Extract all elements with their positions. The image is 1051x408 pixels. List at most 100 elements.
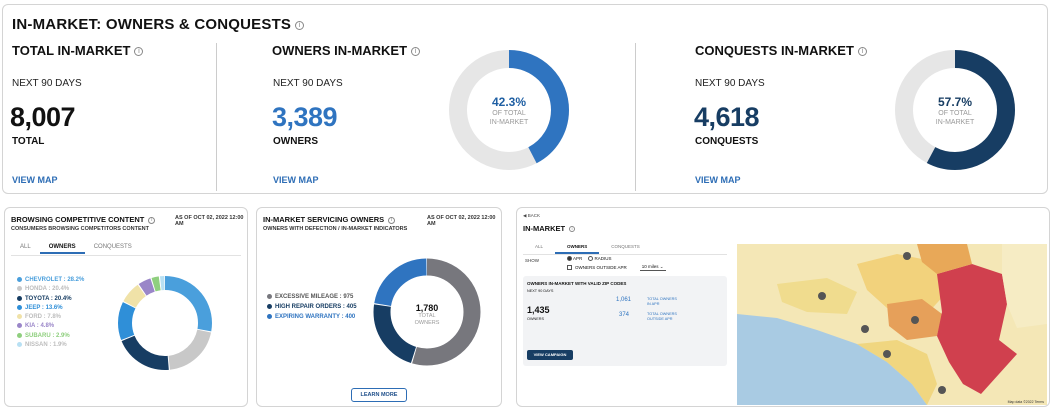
divider <box>11 255 241 256</box>
map-marker[interactable] <box>938 386 946 394</box>
legend-dot-icon <box>17 286 22 292</box>
owners-title-text: OWNERS IN-MARKET <box>272 43 408 58</box>
servicing-total-caption: TOTAL <box>418 313 436 319</box>
info-icon[interactable]: i <box>569 226 576 233</box>
legend-item[interactable]: JEEP : 13.6% <box>17 304 84 313</box>
box-subtitle: NEXT 90 DAYS <box>527 289 554 293</box>
tab-conquests[interactable]: CONQUESTS <box>599 242 652 254</box>
total-title-text: TOTAL IN-MARKET <box>12 43 131 58</box>
legend-item[interactable]: FORD : 7.8% <box>17 313 84 322</box>
legend-label: KIA : 4.8% <box>25 323 55 330</box>
tab-all[interactable]: ALL <box>11 242 40 254</box>
total-label: TOTAL <box>12 136 45 147</box>
map-card-title: IN-MARKET i <box>523 224 576 233</box>
tab-all[interactable]: ALL <box>523 242 555 254</box>
legend-item[interactable]: EXPIRING WARRANTY : 400 <box>267 312 357 322</box>
map-marker[interactable] <box>903 252 911 260</box>
legend-dot-icon <box>267 293 272 299</box>
miles-select[interactable]: 10 miles ⌄ <box>639 264 666 271</box>
map-marker[interactable] <box>861 325 869 333</box>
radius-radio[interactable]: RADIUS <box>588 256 612 262</box>
checkbox-icon[interactable] <box>567 265 572 270</box>
legend-item[interactable]: EXCESSIVE MILEAGE : 975 <box>267 292 357 302</box>
browsing-title-text: BROWSING COMPETITIVE CONTENT <box>11 215 145 224</box>
conquests-view-map-link[interactable]: VIEW MAP <box>695 175 741 185</box>
owners-view-map-link[interactable]: VIEW MAP <box>273 175 319 185</box>
info-icon[interactable]: i <box>857 47 867 57</box>
legend-item[interactable]: CHEVROLET : 28.2% <box>17 276 84 285</box>
divider <box>216 43 217 191</box>
legend-item[interactable]: HIGH REPAIR ORDERS : 405 <box>267 302 357 312</box>
conquests-donut-center: 57.7% OF TOTAL IN-MARKET <box>925 95 985 127</box>
info-icon[interactable]: i <box>295 20 305 30</box>
conquests-pct-caption: OF TOTAL <box>938 110 972 117</box>
legend-label: SUBARU : 2.9% <box>25 332 70 339</box>
map-marker[interactable] <box>911 316 919 324</box>
owners-pct: 42.3% <box>491 95 527 109</box>
apr-radio[interactable]: APR <box>567 256 583 262</box>
servicing-legend: EXCESSIVE MILEAGE : 975 HIGH REPAIR ORDER… <box>267 292 357 322</box>
map-marker[interactable] <box>883 350 891 358</box>
legend-label: EXPIRING WARRANTY : 400 <box>275 314 356 320</box>
browsing-legend: CHEVROLET : 28.2% HONDA : 20.4% TOYOTA : 2… <box>17 276 84 350</box>
servicing-title: IN-MARKET SERVICING OWNERS i <box>263 215 396 224</box>
info-icon[interactable]: i <box>134 47 144 57</box>
owners-pct-caption: IN-MARKET <box>489 119 529 126</box>
info-icon[interactable]: i <box>411 47 421 57</box>
info-icon[interactable]: i <box>148 216 156 224</box>
conquests-in-market-title: CONQUESTS IN-MARKET i <box>695 43 867 58</box>
page-title-text: IN-MARKET: OWNERS & CONQUESTS <box>12 16 292 33</box>
legend-dot-icon <box>267 303 272 309</box>
learn-more-button[interactable]: LEARN MORE <box>351 388 407 402</box>
tab-owners[interactable]: OWNERS <box>555 242 600 254</box>
info-icon[interactable]: i <box>388 216 396 224</box>
legend-item[interactable]: TOYOTA : 20.4% <box>17 295 84 304</box>
legend-item[interactable]: NISSAN : 1.9% <box>17 341 84 350</box>
owners-pct-caption: OF TOTAL <box>492 110 526 117</box>
legend-label: FORD : 7.8% <box>25 314 62 321</box>
legend-label: JEEP : 13.6% <box>25 304 63 311</box>
view-campaign-button[interactable]: VIEW CAMPAIGN <box>527 350 573 360</box>
zip-heat-map[interactable]: Map data ©2022 Terms <box>737 244 1047 405</box>
total-value: 8,007 <box>10 102 76 132</box>
owners-value: 3,389 <box>272 102 338 132</box>
browsing-donut <box>118 276 212 370</box>
chevron-down-icon: ⌄ <box>659 264 664 269</box>
total-owners-value: 1,061 <box>616 297 632 303</box>
servicing-title-text: IN-MARKET SERVICING OWNERS <box>263 215 385 224</box>
legend-item[interactable]: KIA : 4.8% <box>17 322 84 331</box>
show-label: SHOW <box>525 258 539 263</box>
conquests-pct: 57.7% <box>937 95 973 109</box>
checkbox-label: OWNERS OUTSIDE APR <box>575 265 627 270</box>
browsing-competitive-panel: BROWSING COMPETITIVE CONTENT i AS OF OCT … <box>4 207 248 407</box>
browsing-asof: AS OF OCT 02, 2022 12:00 AM <box>175 215 244 227</box>
legend-dot-icon <box>17 323 22 329</box>
legend-dot-icon <box>17 304 22 310</box>
owners-outside-apr-checkbox[interactable]: OWNERS OUTSIDE APR 10 miles ⌄ <box>567 264 666 271</box>
apr-label: APR <box>573 256 583 261</box>
map-marker[interactable] <box>818 292 826 300</box>
legend-dot-icon <box>267 313 272 319</box>
in-market-map-card: ◀ BACK IN-MARKET i ALL OWNERS CONQUESTS S… <box>516 207 1050 407</box>
conquests-title-text: CONQUESTS IN-MARKET <box>695 43 854 58</box>
legend-dot-icon <box>17 342 22 347</box>
legend-label: EXCESSIVE MILEAGE : 975 <box>275 294 354 300</box>
total-period: NEXT 90 DAYS <box>12 78 82 89</box>
servicing-total: 1,780 <box>415 303 439 313</box>
tab-conquests[interactable]: CONQUESTS <box>85 242 141 254</box>
tab-owners[interactable]: OWNERS <box>39 242 85 254</box>
owners-label: OWNERS <box>273 136 318 147</box>
legend-item[interactable]: SUBARU : 2.9% <box>17 332 84 341</box>
total-view-map-link[interactable]: VIEW MAP <box>12 175 58 185</box>
miles-select-value: 10 miles <box>641 264 659 269</box>
back-link[interactable]: ◀ BACK <box>523 213 540 219</box>
conquests-label: CONQUESTS <box>695 136 759 147</box>
legend-label: NISSAN : 1.9% <box>25 342 67 349</box>
outside-label: TOTAL OWNERS OUTSIDE APR <box>647 312 677 322</box>
map-attribution: Map data ©2022 Terms <box>1007 400 1044 404</box>
servicing-subtitle: OWNERS WITH DEFECTION / IN-MARKET INDICA… <box>263 226 408 232</box>
in-market-summary-card: IN-MARKET: OWNERS & CONQUESTS i TOTAL IN-… <box>2 4 1048 194</box>
servicing-asof: AS OF OCT 02, 2022 12:00 AM <box>427 215 496 227</box>
legend-item[interactable]: HONDA : 20.4% <box>17 285 84 294</box>
box-title: OWNERS IN-MARKET WITH VALID ZIP CODES <box>527 281 627 286</box>
